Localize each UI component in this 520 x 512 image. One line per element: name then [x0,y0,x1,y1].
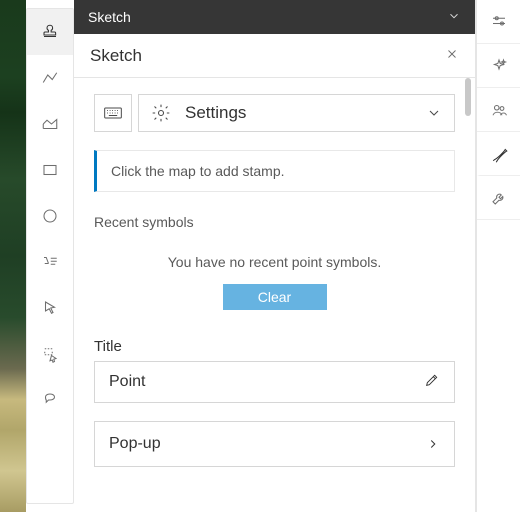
panel-subtitle: Sketch [90,46,142,66]
settings-label: Settings [185,103,412,123]
right-toolbar [476,0,520,512]
circle-icon [41,207,59,225]
scrollbar-thumb[interactable] [465,78,471,116]
chevron-down-icon [447,9,461,23]
sketch-panel: Sketch Sketch Settings [74,0,476,512]
title-value: Point [109,373,145,391]
close-icon [445,47,459,61]
area-tool[interactable] [27,101,73,147]
edit-title-button[interactable] [424,372,440,393]
sparkle-icon [490,57,508,75]
rectangle-tool[interactable] [27,147,73,193]
settings-dropdown[interactable]: Settings [138,94,455,132]
panel-header-dark: Sketch [74,0,475,34]
sketch-tool-right[interactable] [477,132,520,176]
lasso-icon [41,345,59,363]
pencil-icon [424,372,440,388]
title-label: Title [94,338,455,355]
callout-icon [41,391,59,409]
clear-button[interactable]: Clear [223,284,327,310]
chevron-right-icon [426,437,440,451]
text-tool[interactable] [27,239,73,285]
close-button[interactable] [445,46,459,66]
wrench-tool[interactable] [477,176,520,220]
title-input[interactable]: Point [94,361,455,403]
popup-row[interactable]: Pop-up [94,421,455,467]
hint-banner: Click the map to add stamp. [94,150,455,192]
stamp-icon [41,23,59,41]
cursor-icon [41,299,59,317]
panel-content: Settings Click the map to add stamp. Rec… [74,78,475,512]
panel-title: Sketch [88,9,131,25]
recent-symbols-label: Recent symbols [94,214,455,230]
select-tool[interactable] [27,285,73,331]
area-icon [41,115,59,133]
sliders-icon [490,13,508,31]
hint-text: Click the map to add stamp. [111,163,285,179]
circle-tool[interactable] [27,193,73,239]
text-icon [41,253,59,271]
rectangle-icon [41,161,59,179]
wrench-icon [490,189,508,207]
recent-symbols-empty: You have no recent point symbols. [94,240,455,284]
group-tool[interactable] [477,88,520,132]
keyboard-icon [102,103,124,123]
chevron-down-icon [426,105,442,121]
group-icon [490,101,508,119]
keyboard-shortcuts-button[interactable] [94,94,132,132]
line-tool[interactable] [27,55,73,101]
configure-tool[interactable] [477,0,520,44]
collapse-button[interactable] [447,9,461,26]
pen-icon [491,145,509,163]
stamp-tool[interactable] [27,9,73,55]
annotation-tool[interactable] [27,377,73,423]
effects-tool[interactable] [477,44,520,88]
lasso-tool[interactable] [27,331,73,377]
line-icon [41,69,59,87]
left-toolbar [26,8,74,504]
popup-label: Pop-up [109,435,161,453]
panel-subheader: Sketch [74,34,475,78]
gear-icon [151,103,171,123]
map-preview-strip [0,0,26,512]
